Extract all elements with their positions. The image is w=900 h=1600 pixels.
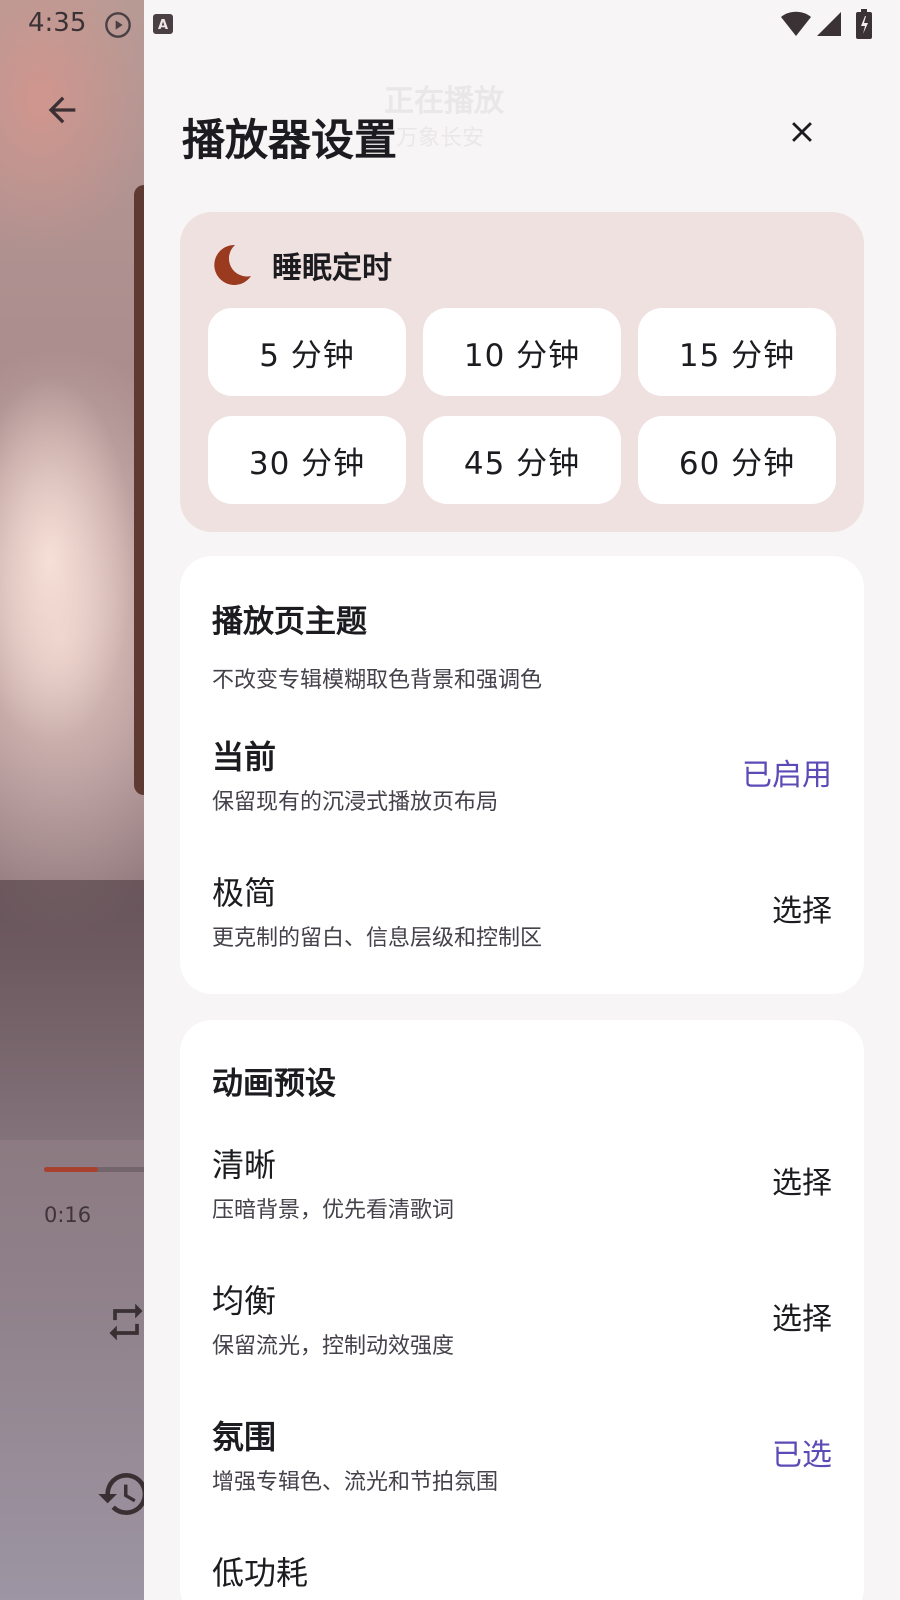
animation-preset-title: 动画预设 <box>212 1066 336 1102</box>
sleep-timer-header: 睡眠定时 <box>208 242 392 288</box>
theme-option-minimal[interactable]: 极简 更克制的留白、信息层级和控制区 选择 <box>212 868 832 958</box>
enabled-status[interactable]: 已启用 <box>742 750 832 794</box>
select-button[interactable]: 选择 <box>772 1294 832 1338</box>
album-art-robe <box>0 880 150 1140</box>
animation-option-ambient[interactable]: 氛围 增强专辑色、流光和节拍氛围 已选 <box>212 1412 832 1502</box>
progress-fill <box>44 1167 98 1172</box>
svg-text:A: A <box>158 18 168 33</box>
timer-60-min-button[interactable]: 60 分钟 <box>638 416 836 504</box>
option-subtitle: 保留现有的沉浸式播放页布局 <box>212 790 499 815</box>
back-arrow-icon[interactable] <box>42 90 82 130</box>
wifi-icon <box>780 11 812 37</box>
theme-title: 播放页主题 <box>212 604 367 640</box>
option-subtitle: 增强专辑色、流光和节拍氛围 <box>212 1470 499 1495</box>
animation-option-low-power[interactable]: 低功耗 <box>212 1548 832 1600</box>
ghost-song-title: 万象长安 <box>396 126 485 151</box>
option-name: 氛围 <box>212 1418 277 1456</box>
close-button[interactable] <box>778 108 826 156</box>
theme-card: 播放页主题 不改变专辑模糊取色背景和强调色 当前 保留现有的沉浸式播放页布局 已… <box>180 556 864 994</box>
selected-status[interactable]: 已选 <box>772 1430 832 1474</box>
timer-10-min-button[interactable]: 10 分钟 <box>423 308 621 396</box>
option-subtitle: 压暗背景，优先看清歌词 <box>212 1198 455 1223</box>
option-name: 清晰 <box>212 1146 277 1184</box>
elapsed-time: 0:16 <box>44 1203 92 1227</box>
media-play-status-icon <box>104 11 132 39</box>
theme-option-current[interactable]: 当前 保留现有的沉浸式播放页布局 已启用 <box>212 732 832 822</box>
timer-45-min-button[interactable]: 45 分钟 <box>423 416 621 504</box>
theme-description: 不改变专辑模糊取色背景和强调色 <box>212 668 543 693</box>
close-icon <box>792 122 812 142</box>
keyboard-status-icon: A <box>152 13 174 35</box>
animation-preset-card: 动画预设 清晰 压暗背景，优先看清歌词 选择 均衡 保留流光，控制动效强度 选择… <box>180 1020 864 1600</box>
option-name: 当前 <box>212 738 277 776</box>
repeat-icon[interactable] <box>104 1300 148 1344</box>
status-time: 4:35 <box>28 8 87 38</box>
drawer-title: 播放器设置 <box>182 116 397 166</box>
player-settings-drawer: 正在播放 万象长安 播放器设置 睡眠定时 5 分钟 10 分钟 15 分钟 30… <box>144 0 900 1600</box>
timer-30-min-button[interactable]: 30 分钟 <box>208 416 406 504</box>
sleep-timer-title: 睡眠定时 <box>272 251 392 286</box>
ghost-now-playing-title: 正在播放 <box>384 84 504 119</box>
select-button[interactable]: 选择 <box>772 1158 832 1202</box>
option-subtitle: 更克制的留白、信息层级和控制区 <box>212 926 543 951</box>
animation-option-balanced[interactable]: 均衡 保留流光，控制动效强度 选择 <box>212 1276 832 1366</box>
option-name: 均衡 <box>212 1282 277 1320</box>
timer-15-min-button[interactable]: 15 分钟 <box>638 308 836 396</box>
status-bar: 4:35 A <box>0 0 900 48</box>
album-art-figure <box>0 300 150 920</box>
option-name: 极简 <box>212 874 277 912</box>
option-name: 低功耗 <box>212 1554 309 1592</box>
option-subtitle: 保留流光，控制动效强度 <box>212 1334 455 1359</box>
signal-icon <box>816 11 842 37</box>
moon-icon <box>208 242 254 288</box>
animation-option-clear[interactable]: 清晰 压暗背景，优先看清歌词 选择 <box>212 1140 832 1230</box>
sleep-timer-card: 睡眠定时 5 分钟 10 分钟 15 分钟 30 分钟 45 分钟 60 分钟 <box>180 212 864 532</box>
select-button[interactable]: 选择 <box>772 886 832 930</box>
battery-icon <box>856 9 872 39</box>
timer-5-min-button[interactable]: 5 分钟 <box>208 308 406 396</box>
